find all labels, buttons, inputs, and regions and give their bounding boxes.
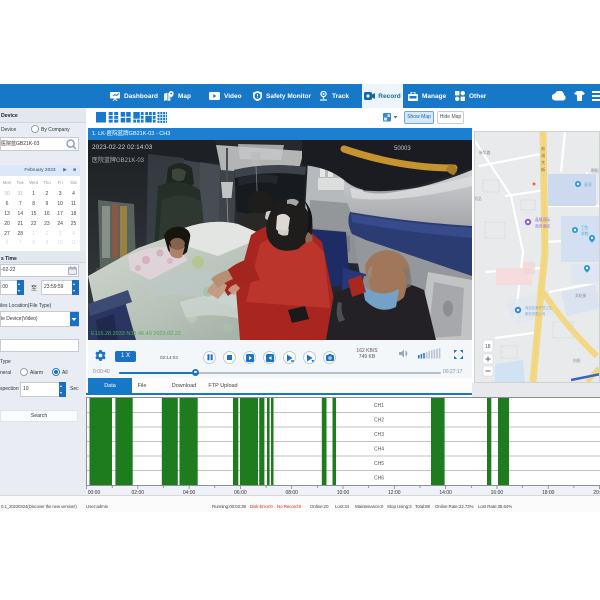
svg-text:街: 街 [541,166,545,173]
svg-text:向阳: 向阳 [573,358,581,363]
svg-text:E115.28.2033 N38.46.49 2023.02: E115.28.2033 N38.46.49 2023.02.22 [91,331,181,337]
svg-text:学校: 学校 [581,231,589,236]
svg-text:卫生: 卫生 [581,225,589,230]
svg-text:2023-02-22 02:14:03: 2023-02-22 02:14:03 [92,144,153,151]
svg-text:机品: 机品 [475,196,482,201]
svg-text:朝阳: 朝阳 [591,168,599,173]
svg-text:商务酒店: 商务酒店 [535,224,550,229]
svg-text:18: 18 [485,344,491,350]
svg-text:保定嘉美环境卫生: 保定嘉美环境卫生 [525,305,553,310]
svg-text:医院蓝牌GB21K-03: 医院蓝牌GB21K-03 [92,156,145,164]
svg-text:服务有限公司: 服务有限公司 [525,311,545,316]
svg-text:长河: 长河 [584,182,592,187]
svg-text:CH5: CH5 [374,461,384,467]
svg-text:大: 大 [541,159,545,166]
svg-text:宏: 宏 [541,145,545,152]
svg-text:润: 润 [541,152,545,159]
svg-text:50003: 50003 [394,146,411,152]
svg-text:CH4: CH4 [374,447,384,453]
svg-text:CH1: CH1 [374,403,384,409]
svg-text:文化街: 文化街 [575,293,587,298]
svg-text:晶隆国际: 晶隆国际 [535,217,550,222]
svg-text:CH6: CH6 [374,476,384,482]
svg-text:CH2: CH2 [374,418,384,424]
svg-text:新华路: 新华路 [479,150,491,155]
svg-text:CH3: CH3 [374,432,384,438]
